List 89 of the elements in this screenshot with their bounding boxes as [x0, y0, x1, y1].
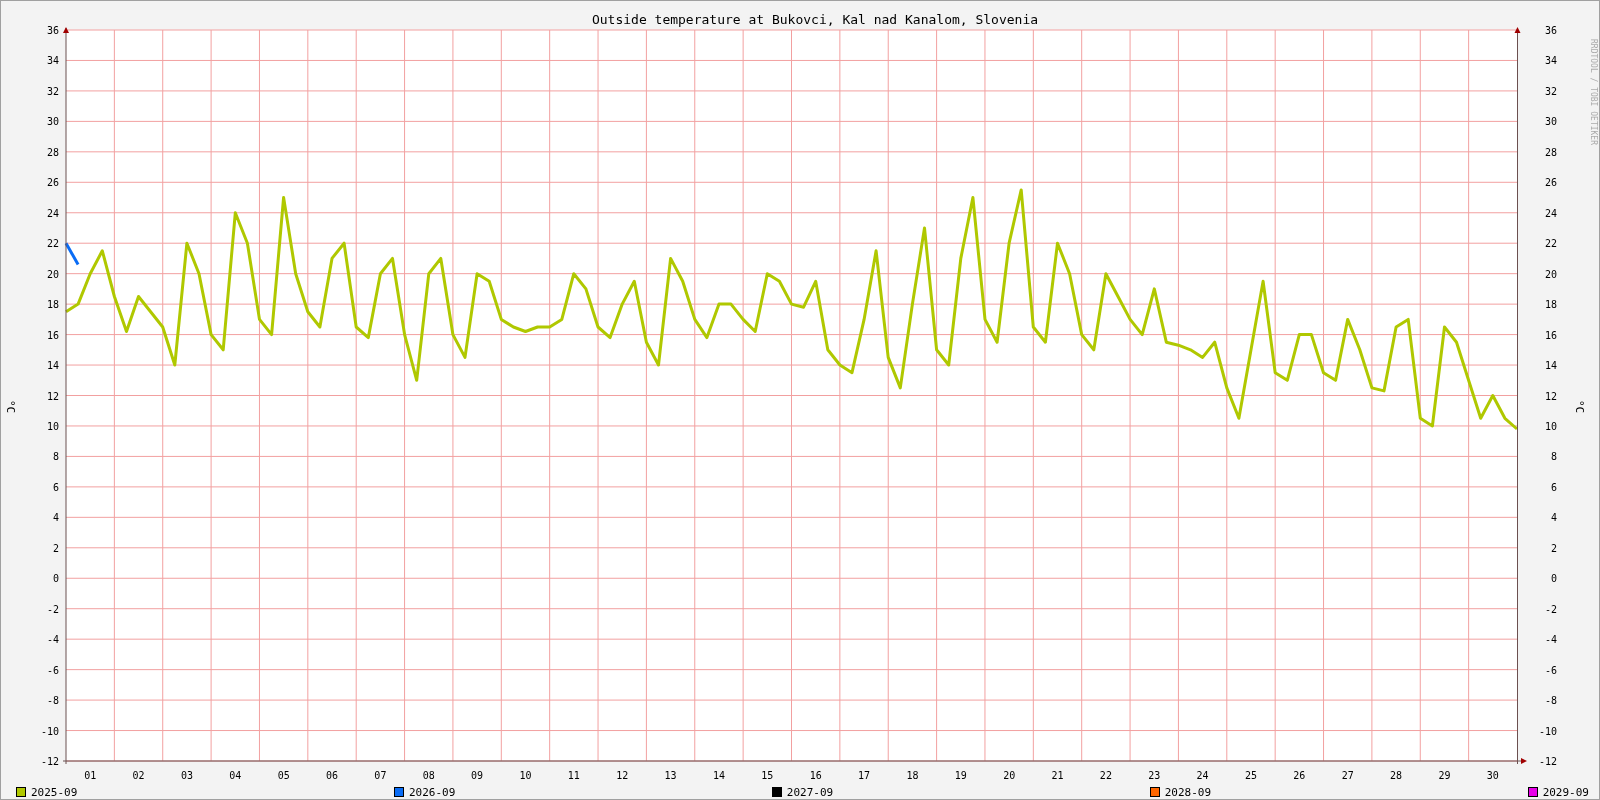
y-tick-label: 6 [52, 481, 59, 493]
x-tick-label: 20 [1003, 770, 1016, 781]
x-tick-label: 30 [1486, 770, 1499, 781]
y-tick-label: -10 [1538, 725, 1557, 737]
y-tick-label: -2 [1544, 603, 1557, 615]
y-tick-label: 8 [52, 451, 59, 463]
y-tick-label: -12 [1538, 756, 1557, 767]
x-tick-label: 17 [858, 770, 871, 781]
x-tick-label: 09 [471, 770, 484, 781]
y-tick-label: 26 [46, 177, 59, 189]
x-tick-label: 14 [712, 770, 725, 781]
y-tick-label: 32 [1544, 85, 1557, 97]
legend-label: 2028-09 [1164, 785, 1212, 799]
y-tick-label: -6 [46, 664, 59, 676]
y-tick-label: 4 [1550, 512, 1557, 524]
legend-label: 2027-09 [786, 785, 834, 799]
y-tick-label: 4 [52, 512, 59, 524]
legend-label: 2029-09 [1542, 785, 1589, 799]
x-tick-label: 15 [761, 770, 774, 781]
y-tick-label: 14 [1544, 360, 1557, 372]
x-tick-label: 06 [326, 770, 339, 781]
y-tick-label: 12 [46, 390, 59, 402]
y-tick-label: -4 [1544, 634, 1557, 646]
x-tick-label: 19 [954, 770, 967, 781]
y-tick-label: -6 [1544, 664, 1557, 676]
x-tick-label: 18 [906, 770, 919, 781]
y-axis-label: °C [4, 399, 17, 413]
y-tick-label: 32 [46, 85, 59, 97]
y-tick-label: 2 [1550, 542, 1557, 554]
y-tick-label: 24 [1544, 207, 1557, 219]
y-tick-label: 10 [46, 420, 59, 432]
y-tick-label: 22 [46, 238, 59, 250]
y-tick-label: 30 [46, 116, 59, 128]
x-tick-label: 08 [422, 770, 435, 781]
x-tick-label: 10 [519, 770, 532, 781]
y-tick-label: 8 [1550, 451, 1557, 463]
y-tick-label: -10 [40, 725, 59, 737]
y-tick-label: 18 [1544, 299, 1557, 311]
x-tick-label: 27 [1341, 770, 1354, 781]
x-tick-label: 03 [180, 770, 193, 781]
y-tick-label: 22 [1544, 238, 1557, 250]
legend-label: 2026-09 [408, 785, 456, 799]
y-tick-label: 2 [52, 542, 59, 554]
y-tick-label: 16 [1544, 329, 1557, 341]
y-tick-label: 20 [46, 268, 59, 280]
y-tick-label: -4 [46, 634, 59, 646]
chart-title: Outside temperature at Bukovci, Kal nad Kanalom, Slovenia [590, 11, 1040, 27]
y-tick-label: 10 [1544, 420, 1557, 432]
x-tick-label: 25 [1244, 770, 1257, 781]
x-tick-label: 12 [616, 770, 629, 781]
y-tick-label: 16 [46, 329, 59, 341]
x-tick-label: 16 [809, 770, 822, 781]
y-axis-label: °C [1573, 399, 1586, 413]
x-tick-label: 23 [1148, 770, 1161, 781]
y-tick-label: -8 [1544, 695, 1557, 707]
x-tick-label: 02 [132, 770, 145, 781]
x-tick-label: 26 [1293, 770, 1306, 781]
y-tick-label: 36 [1544, 25, 1557, 36]
y-tick-label: 20 [1544, 268, 1557, 280]
x-tick-label: 21 [1051, 770, 1064, 781]
x-tick-label: 24 [1196, 770, 1209, 781]
x-tick-label: 29 [1438, 770, 1451, 781]
y-tick-label: 0 [1550, 573, 1557, 585]
y-tick-label: 0 [52, 573, 59, 585]
x-tick-label: 01 [84, 770, 97, 781]
x-tick-label: 28 [1390, 770, 1403, 781]
y-tick-label: 14 [46, 360, 59, 372]
legend-label: 2025-09 [31, 785, 78, 799]
y-tick-label: -8 [46, 695, 59, 707]
x-tick-label: 04 [229, 770, 242, 781]
y-tick-label: 12 [1544, 390, 1557, 402]
y-tick-label: 34 [46, 55, 59, 67]
y-tick-label: 18 [46, 299, 59, 311]
x-tick-label: 11 [567, 770, 580, 781]
y-tick-label: -2 [46, 603, 59, 615]
x-tick-label: 22 [1099, 770, 1112, 781]
credit-text: RRDTOOL / TOBI OETIKER [1589, 39, 1598, 145]
y-tick-label: 28 [1544, 146, 1557, 158]
y-tick-label: 34 [1544, 55, 1557, 67]
y-tick-label: 6 [1550, 481, 1557, 493]
y-tick-label: 36 [46, 25, 59, 36]
x-tick-label: 13 [664, 770, 677, 781]
y-tick-label: 26 [1544, 177, 1557, 189]
x-tick-label: 07 [374, 770, 387, 781]
y-tick-label: -12 [40, 756, 59, 767]
y-tick-label: 28 [46, 146, 59, 158]
y-tick-label: 24 [46, 207, 59, 219]
y-tick-label: 30 [1544, 116, 1557, 128]
x-tick-label: 05 [277, 770, 290, 781]
